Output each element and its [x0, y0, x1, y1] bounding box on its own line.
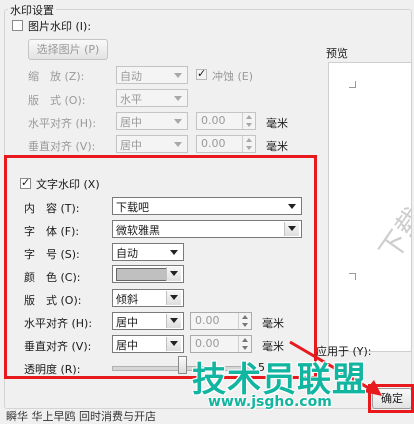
color-select[interactable]	[112, 265, 184, 283]
transparency-label: 透明度 (R):	[24, 363, 81, 376]
text-layout-label: 版 式 (O):	[24, 294, 82, 307]
select-picture-button[interactable]: 选择图片 (P)	[28, 39, 108, 60]
spin-arrows-icon[interactable]	[238, 313, 251, 329]
picture-valign-unit: 毫米	[266, 140, 288, 153]
size-label: 字 号 (S):	[24, 248, 80, 261]
text-halign-offset[interactable]: 0.00	[190, 312, 252, 330]
preview-watermark-text: 下载	[372, 201, 412, 267]
picture-halign-label: 水平对齐 (H):	[28, 117, 97, 130]
transparency-thumb[interactable]	[178, 356, 187, 374]
chevron-down-icon	[171, 115, 185, 127]
chevron-down-icon	[171, 92, 185, 104]
picture-halign-offset[interactable]: 0.00	[196, 112, 256, 130]
status-text: 瞬华 华上早鸥 回时消费与开店	[6, 410, 156, 423]
picture-valign-offset[interactable]: 0.00	[196, 135, 256, 153]
content-label: 内 容 (T):	[24, 202, 80, 215]
spin-arrows-icon[interactable]	[238, 336, 251, 352]
spin-arrows-icon[interactable]	[242, 113, 255, 129]
picture-watermark-checkbox[interactable]	[12, 20, 23, 31]
font-select[interactable]: 微软雅黑	[112, 220, 302, 238]
picture-watermark-label: 图片水印 (I):	[28, 20, 92, 33]
picture-valign-label: 垂直对齐 (V):	[28, 140, 96, 153]
scale-label: 缩 放 (Z):	[28, 70, 85, 83]
text-watermark-label: 文字水印 (X)	[36, 178, 100, 191]
color-label: 颜 色 (C):	[24, 271, 81, 284]
chevron-down-icon	[166, 291, 181, 305]
text-watermark-checkbox[interactable]	[20, 176, 31, 189]
scale-select[interactable]: 自动	[116, 66, 188, 84]
picture-halign-select[interactable]: 居中	[116, 112, 188, 130]
content-select[interactable]: 下载吧	[112, 197, 302, 215]
chevron-down-icon	[167, 246, 181, 258]
text-layout-select[interactable]: 倾斜	[112, 289, 184, 307]
washout-checkbox[interactable]	[196, 67, 207, 80]
chevron-down-icon	[166, 337, 181, 351]
chevron-down-icon	[171, 69, 185, 81]
text-valign-label: 垂直对齐 (V):	[24, 340, 92, 353]
color-swatch	[116, 268, 168, 281]
group-title: 水印设置	[8, 2, 56, 18]
picture-layout-select[interactable]: 水平	[116, 89, 188, 107]
chevron-down-icon	[284, 222, 299, 236]
text-halign-label: 水平对齐 (H):	[24, 317, 93, 330]
preview-box: 下载	[328, 62, 412, 352]
text-halign-select[interactable]: 居中	[112, 312, 184, 330]
chevron-down-icon	[171, 138, 185, 150]
preview-label: 预览	[326, 47, 348, 60]
text-halign-unit: 毫米	[262, 317, 284, 330]
preview-corner-mark	[349, 81, 356, 88]
font-label: 字 体 (F):	[24, 225, 80, 238]
ok-highlight	[368, 384, 414, 413]
picture-valign-select[interactable]: 居中	[116, 135, 188, 153]
text-valign-select[interactable]: 居中	[112, 335, 184, 353]
spin-arrows-icon[interactable]	[242, 136, 255, 152]
preview-corner-mark	[349, 273, 356, 280]
chevron-down-icon	[166, 267, 181, 281]
picture-halign-unit: 毫米	[266, 117, 288, 130]
text-valign-offset[interactable]: 0.00	[190, 335, 252, 353]
chevron-down-icon	[166, 314, 181, 328]
chevron-down-icon	[285, 200, 299, 212]
picture-layout-label: 版 式 (O):	[28, 94, 86, 107]
washout-label: 冲蚀 (E)	[212, 70, 254, 83]
size-select[interactable]: 自动	[112, 243, 184, 261]
watermark-url: www.jsgho.com	[208, 394, 332, 410]
